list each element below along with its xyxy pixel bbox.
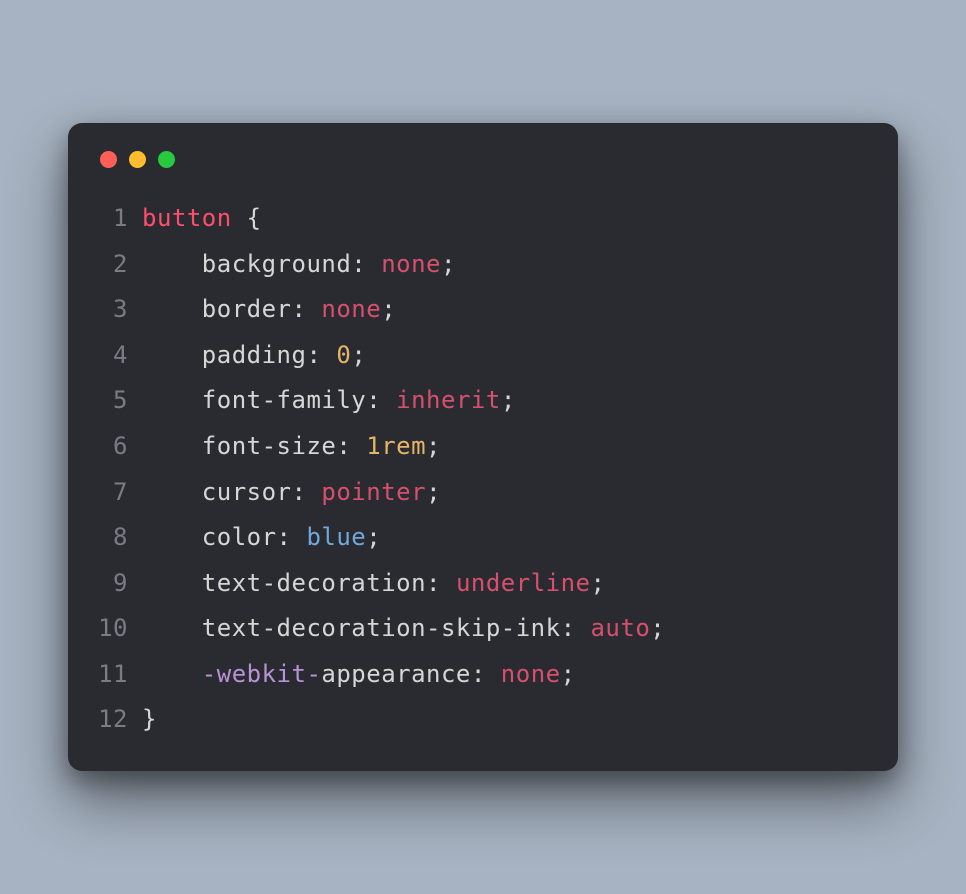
code-line: 3 border: none; bbox=[96, 287, 870, 333]
code-content: } bbox=[142, 697, 870, 743]
brace-open: { bbox=[247, 204, 262, 232]
css-value: inherit bbox=[396, 386, 501, 414]
css-property: font-size bbox=[202, 432, 337, 460]
css-value: none bbox=[321, 295, 381, 323]
css-value: blue bbox=[306, 523, 366, 551]
code-content: text-decoration-skip-ink: auto; bbox=[142, 606, 870, 652]
code-line: 8 color: blue; bbox=[96, 515, 870, 561]
code-content: padding: 0; bbox=[142, 333, 870, 379]
css-property: padding bbox=[202, 341, 307, 369]
code-content: -webkit-appearance: none; bbox=[142, 652, 870, 698]
css-value: auto bbox=[590, 614, 650, 642]
code-line: 6 font-size: 1rem; bbox=[96, 424, 870, 470]
code-line: 12 } bbox=[96, 697, 870, 743]
code-content: background: none; bbox=[142, 242, 870, 288]
window-controls bbox=[96, 147, 870, 196]
css-property: text-decoration bbox=[202, 569, 426, 597]
css-value: none bbox=[381, 250, 441, 278]
code-content: text-decoration: underline; bbox=[142, 561, 870, 607]
code-line: 7 cursor: pointer; bbox=[96, 470, 870, 516]
css-value: pointer bbox=[321, 478, 426, 506]
css-property: font-family bbox=[202, 386, 366, 414]
line-number: 4 bbox=[96, 333, 142, 379]
code-line: 5 font-family: inherit; bbox=[96, 378, 870, 424]
line-number: 1 bbox=[96, 196, 142, 242]
css-value: 0 bbox=[336, 341, 351, 369]
code-line: 11 -webkit-appearance: none; bbox=[96, 652, 870, 698]
brace-close: } bbox=[142, 705, 157, 733]
code-editor[interactable]: 1 button { 2 background: none; 3 border:… bbox=[96, 196, 870, 743]
code-content: color: blue; bbox=[142, 515, 870, 561]
code-content: font-family: inherit; bbox=[142, 378, 870, 424]
code-content: border: none; bbox=[142, 287, 870, 333]
close-icon[interactable] bbox=[100, 151, 117, 168]
css-property: appearance bbox=[321, 660, 471, 688]
line-number: 7 bbox=[96, 470, 142, 516]
css-value: underline bbox=[456, 569, 591, 597]
css-property: text-decoration-skip-ink bbox=[202, 614, 561, 642]
line-number: 12 bbox=[96, 697, 142, 743]
line-number: 11 bbox=[96, 652, 142, 698]
code-window: 1 button { 2 background: none; 3 border:… bbox=[68, 123, 898, 771]
code-content: button { bbox=[142, 196, 870, 242]
code-line: 4 padding: 0; bbox=[96, 333, 870, 379]
line-number: 9 bbox=[96, 561, 142, 607]
line-number: 5 bbox=[96, 378, 142, 424]
css-property: color bbox=[202, 523, 277, 551]
line-number: 6 bbox=[96, 424, 142, 470]
css-value: none bbox=[501, 660, 561, 688]
css-property: cursor bbox=[202, 478, 292, 506]
minimize-icon[interactable] bbox=[129, 151, 146, 168]
line-number: 2 bbox=[96, 242, 142, 288]
code-line: 1 button { bbox=[96, 196, 870, 242]
code-line: 9 text-decoration: underline; bbox=[96, 561, 870, 607]
css-property: background bbox=[202, 250, 352, 278]
css-vendor-prefix: -webkit- bbox=[202, 660, 322, 688]
code-line: 10 text-decoration-skip-ink: auto; bbox=[96, 606, 870, 652]
code-content: cursor: pointer; bbox=[142, 470, 870, 516]
line-number: 10 bbox=[96, 606, 142, 652]
zoom-icon[interactable] bbox=[158, 151, 175, 168]
line-number: 3 bbox=[96, 287, 142, 333]
line-number: 8 bbox=[96, 515, 142, 561]
code-content: font-size: 1rem; bbox=[142, 424, 870, 470]
css-selector: button bbox=[142, 204, 232, 232]
css-property: border bbox=[202, 295, 292, 323]
css-value: 1rem bbox=[366, 432, 426, 460]
code-line: 2 background: none; bbox=[96, 242, 870, 288]
